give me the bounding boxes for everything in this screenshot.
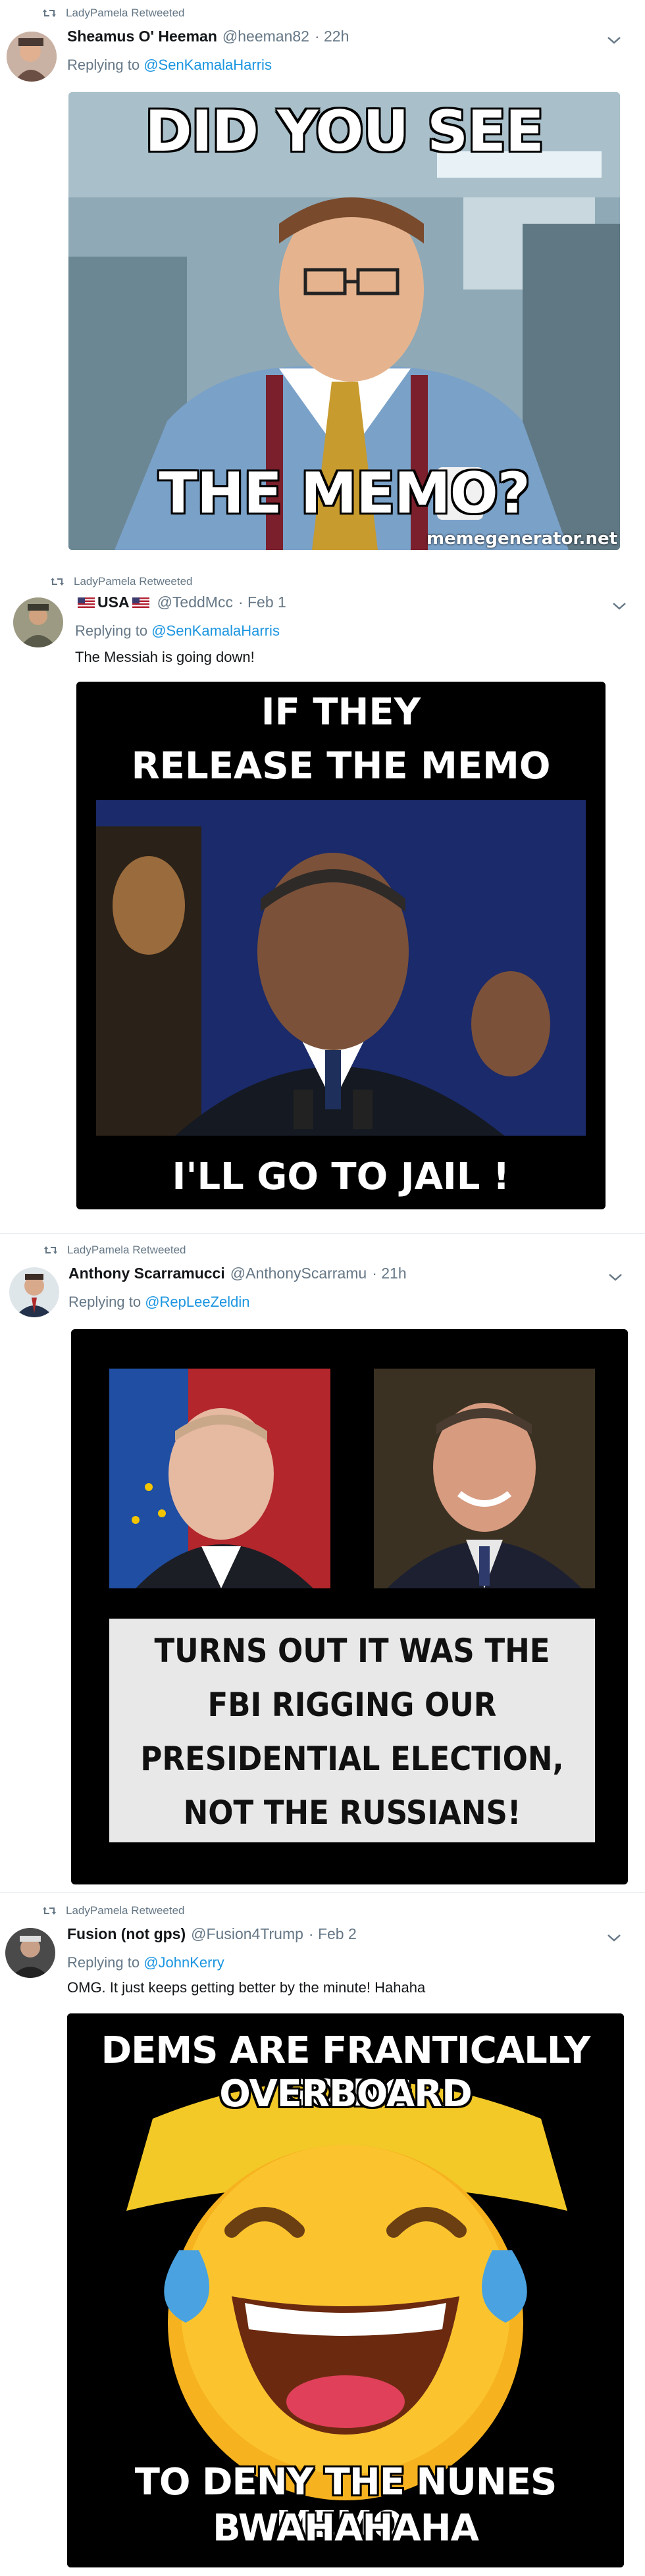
us-flag-icon (78, 597, 95, 608)
meme-bottom-caption: THE MEMO? (159, 461, 530, 526)
meme-line-2: FBI RIGGING OUR (207, 1686, 497, 1724)
tweet-text: The Messiah is going down! (75, 649, 255, 665)
avatar[interactable] (5, 1928, 55, 1978)
chevron-down-icon[interactable] (607, 1933, 621, 1942)
divider (0, 1892, 645, 1893)
replying-to-label: Replying to (68, 1294, 142, 1310)
meme-line-1: TURNS OUT IT WAS THE (154, 1632, 550, 1670)
retweet-context: LadyPamela Retweeted (50, 575, 193, 588)
meme-top-line-2: OVERBOARD (219, 2073, 473, 2115)
photo-right (374, 1369, 595, 1588)
meme-line-3: PRESIDENTIAL ELECTION, (140, 1740, 564, 1778)
meme-top-line-1: IF THEY (261, 691, 421, 734)
display-name[interactable]: Sheamus O' Heeman (67, 28, 217, 45)
photo-left (109, 1369, 330, 1588)
reply-mention-link[interactable]: @RepLeeZeldin (145, 1294, 249, 1310)
tweet-text: OMG. It just keeps getting better by the… (67, 1979, 426, 1996)
handle[interactable]: @Fusion4Trump (191, 1925, 303, 1943)
tweet-1: LadyPamela Retweeted Sheamus O' Heeman @… (0, 0, 645, 559)
caption-panel: TURNS OUT IT WAS THE FBI RIGGING OUR PRE… (109, 1619, 595, 1842)
retweet-context: LadyPamela Retweeted (42, 7, 185, 20)
retweet-icon (43, 1907, 56, 1915)
replying-to-label: Replying to (67, 57, 140, 73)
timestamp[interactable]: · 21h (372, 1265, 406, 1282)
speaker-photo (96, 800, 586, 1136)
tweet-media-image[interactable]: DEMS ARE FRANTICALLY GOING OVERBOARD TO … (67, 2013, 624, 2567)
display-name[interactable]: USA (97, 593, 130, 611)
timestamp[interactable]: · 22h (315, 28, 349, 45)
chevron-down-icon[interactable] (612, 601, 627, 611)
avatar[interactable] (13, 597, 63, 647)
display-name[interactable]: Anthony Scarramucci (68, 1265, 225, 1282)
meme-top-line-2: RELEASE THE MEMO (131, 745, 551, 788)
chevron-down-icon[interactable] (607, 36, 621, 45)
retweet-label: LadyPamela Retweeted (67, 1244, 186, 1256)
retweet-icon (44, 1246, 57, 1254)
tweet-media-image[interactable]: TURNS OUT IT WAS THE FBI RIGGING OUR PRE… (71, 1329, 628, 1884)
retweet-icon (51, 578, 64, 586)
retweet-context: LadyPamela Retweeted (42, 1904, 185, 1917)
meme-top-caption: DID YOU SEE (145, 99, 544, 164)
watermark: memegenerator.net (426, 529, 617, 549)
replying-to-label: Replying to (67, 1954, 140, 1971)
chevron-down-icon[interactable] (608, 1273, 623, 1282)
tweet-4: LadyPamela Retweeted Fusion (not gps) @F… (0, 1895, 645, 2576)
meme-line-4: NOT THE RUSSIANS! (183, 1794, 521, 1832)
timestamp[interactable]: · Feb 2 (309, 1925, 357, 1943)
avatar[interactable] (7, 32, 57, 82)
handle[interactable]: @TeddMcc (157, 593, 233, 611)
retweet-label: LadyPamela Retweeted (66, 7, 185, 19)
handle[interactable]: @heeman82 (222, 28, 309, 45)
retweet-label: LadyPamela Retweeted (74, 575, 193, 588)
reply-mention-link[interactable]: @JohnKerry (143, 1954, 224, 1971)
tweet-media-image[interactable]: DID YOU SEE THE MEMO? memegenerator.net (68, 92, 620, 550)
reply-mention-link[interactable]: @SenKamalaHarris (151, 622, 280, 639)
tweet-3: LadyPamela Retweeted Anthony Scarramucci… (0, 1234, 645, 1892)
replying-to-label: Replying to (75, 622, 148, 639)
avatar[interactable] (9, 1267, 59, 1317)
tweet-media-image[interactable]: IF THEY RELEASE THE MEMO I'LL GO TO JAIL… (76, 682, 606, 1209)
tweet-2: LadyPamela Retweeted USA @TeddMcc · Feb … (0, 566, 645, 1230)
handle[interactable]: @AnthonyScarramu (230, 1265, 367, 1282)
divider (0, 1233, 645, 1234)
timestamp[interactable]: · Feb 1 (238, 593, 286, 611)
retweet-icon (43, 9, 56, 17)
display-name[interactable]: Fusion (not gps) (67, 1925, 186, 1943)
reply-mention-link[interactable]: @SenKamalaHarris (143, 57, 272, 73)
meme-bottom-caption: I'LL GO TO JAIL ! (172, 1155, 510, 1198)
us-flag-icon (132, 597, 149, 608)
meme-bottom-line-2: BWAHAHAHA (213, 2507, 479, 2550)
retweet-context: LadyPamela Retweeted (43, 1244, 186, 1257)
retweet-label: LadyPamela Retweeted (66, 1904, 185, 1917)
